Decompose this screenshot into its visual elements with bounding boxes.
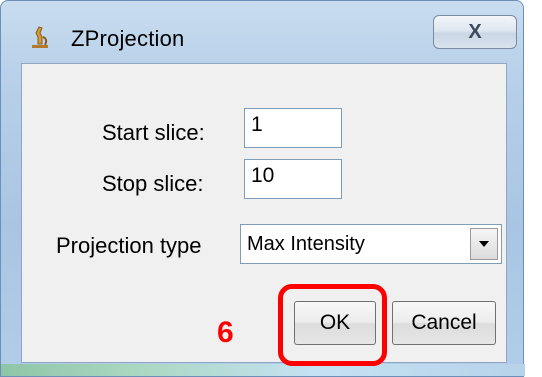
projection-type-value: Max Intensity — [247, 233, 365, 255]
close-button[interactable]: X — [433, 15, 517, 49]
window-frame-bottom — [1, 364, 525, 376]
stop-slice-input[interactable]: 10 — [244, 159, 342, 199]
ok-button-highlight — [278, 284, 387, 366]
projection-type-select[interactable]: Max Intensity — [240, 224, 502, 264]
title-bar[interactable]: ZProjection X — [1, 1, 525, 61]
microscope-icon — [29, 23, 51, 49]
start-slice-input[interactable]: 1 — [244, 108, 342, 148]
zprojection-dialog: ZProjection X Start slice: 1 Stop slice:… — [0, 0, 525, 377]
cancel-button[interactable]: Cancel — [392, 301, 496, 345]
window-title: ZProjection — [71, 26, 185, 51]
start-slice-label: Start slice: — [102, 120, 205, 145]
projection-type-label: Projection type — [56, 233, 202, 258]
step-number-annotation: 6 — [217, 316, 234, 349]
chevron-down-icon[interactable] — [470, 228, 498, 260]
stop-slice-label: Stop slice: — [102, 171, 204, 196]
dialog-content: Start slice: 1 Stop slice: 10 Projection… — [21, 63, 507, 363]
